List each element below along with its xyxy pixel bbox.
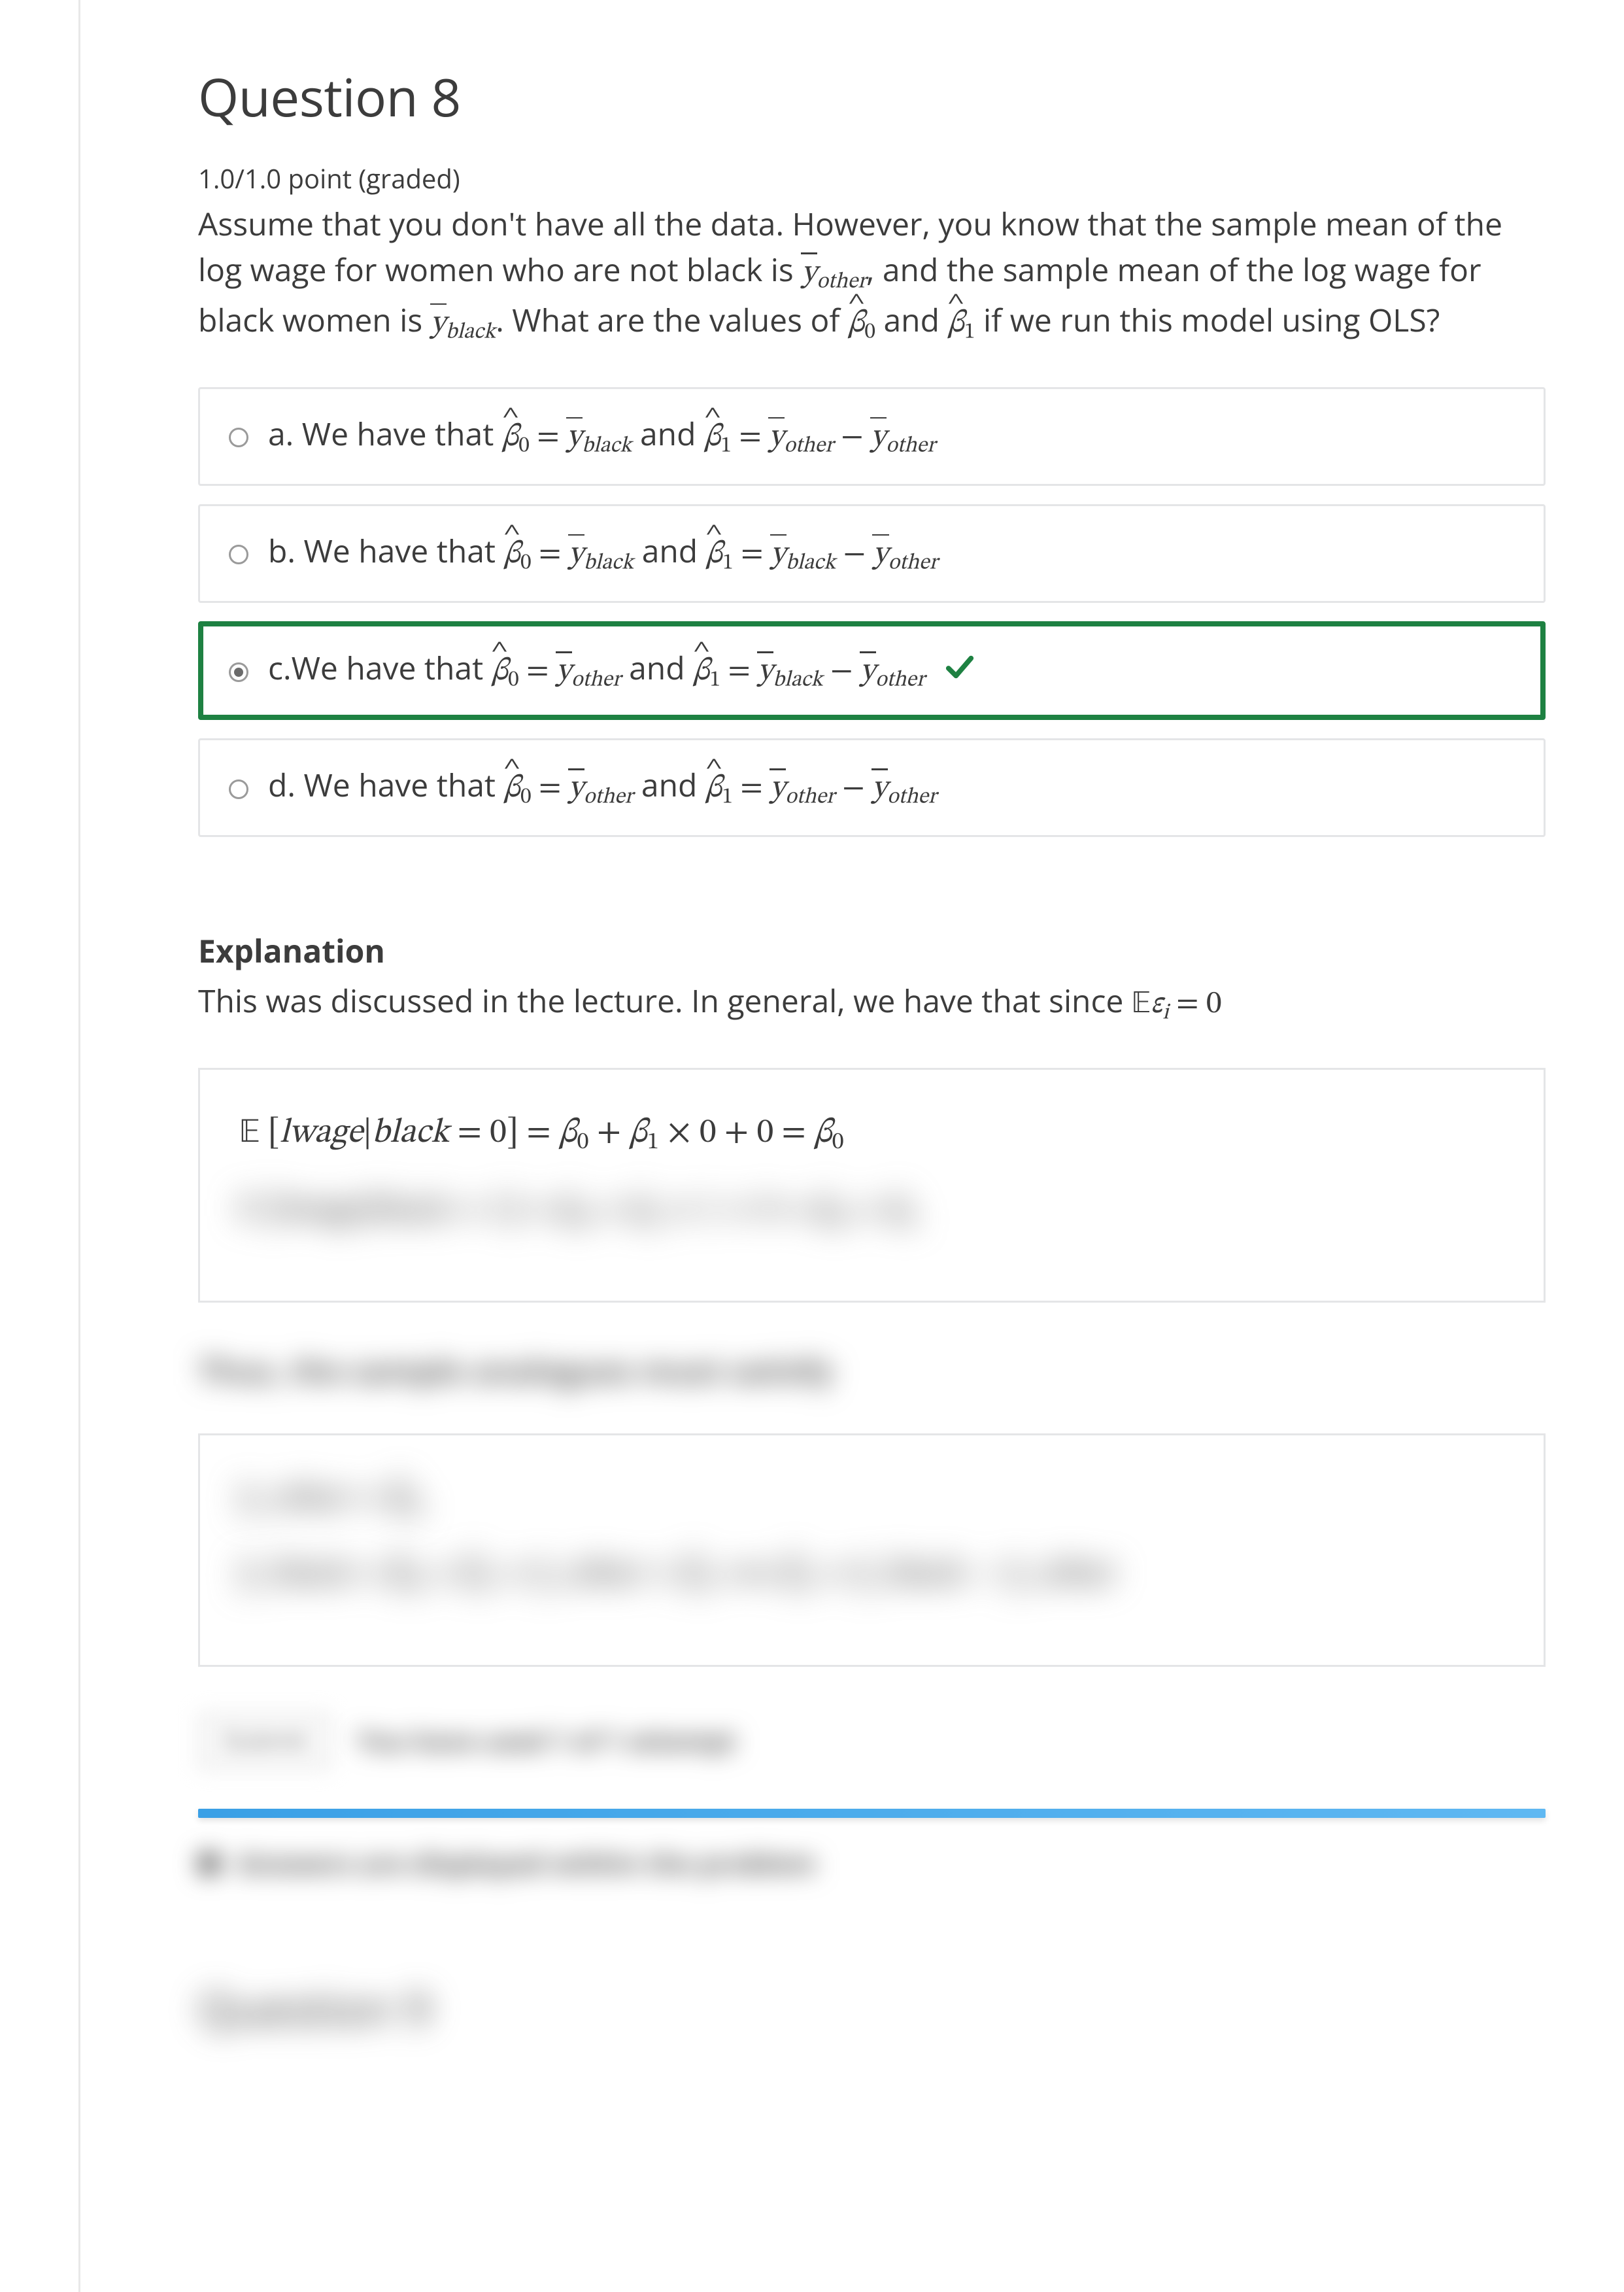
- prompt-segment: . What are the values of: [496, 299, 848, 341]
- equation-2-blurred: 𝔼 [lwage|black = 1] = β₀ + β₁ × 1 + 0 = …: [239, 1186, 1504, 1235]
- choice-and: and: [632, 413, 704, 455]
- choice-a-label: a. We have that β0 = yblack and β1 = yot…: [268, 411, 936, 462]
- choice-c[interactable]: c.We have that β0 = yother and β1 = ybla…: [198, 621, 1546, 720]
- equation-3-blurred: ȳ_other = β̂₀: [239, 1475, 1504, 1524]
- math-ybar-black: yblack: [431, 308, 496, 339]
- choice-d-label: d. We have that β0 = yother and β1 = yot…: [268, 762, 937, 813]
- radio-d[interactable]: [229, 779, 248, 799]
- info-row: Answers are displayed within the problem: [198, 1844, 1546, 1884]
- math-ybar-other: yother: [802, 258, 866, 289]
- choice-lead: We have that: [296, 530, 504, 572]
- choice-lead: We have that: [296, 764, 504, 806]
- prompt-segment: if we run this model using OLS?: [975, 299, 1440, 341]
- choice-d[interactable]: d. We have that β0 = yother and β1 = yot…: [198, 738, 1546, 837]
- question-prompt: Assume that you don't have all the data.…: [198, 201, 1546, 348]
- choice-and: and: [621, 647, 693, 689]
- question-title: Question 8: [198, 59, 1546, 135]
- explain-intro-text: This was discussed in the lecture. In ge…: [198, 980, 1132, 1022]
- radio-c[interactable]: [229, 662, 248, 682]
- prompt-segment: and: [875, 299, 947, 341]
- explanation-intro: This was discussed in the lecture. In ge…: [198, 978, 1546, 1029]
- grade-text: 1.0/1.0 point (graded): [198, 160, 1546, 197]
- choice-b-label: b. We have that β0 = yblack and β1 = ybl…: [268, 528, 938, 579]
- radio-a[interactable]: [229, 428, 248, 447]
- eq1-mid: × 0 + 0 =: [659, 1116, 814, 1150]
- explanation-sentence-blurred: Thus, the sample analogues must satisfy: [198, 1348, 1546, 1394]
- choice-letter: d.: [268, 764, 296, 806]
- choice-letter: b.: [268, 530, 296, 572]
- choice-c-label: c.We have that β0 = yother and β1 = ybla…: [268, 645, 975, 696]
- submit-button[interactable]: Submit: [198, 1713, 331, 1770]
- info-icon: [198, 1853, 220, 1875]
- equation-1: 𝔼 [lwage|black = 0] = β0 + β1 × 0 + 0 = …: [239, 1109, 1504, 1160]
- choice-a[interactable]: a. We have that β0 = yblack and β1 = yot…: [198, 387, 1546, 486]
- submit-row: Submit You have used 1 of 1 attempt: [198, 1713, 1546, 1770]
- choice-lead: We have that: [292, 647, 492, 689]
- choice-b[interactable]: b. We have that β0 = yblack and β1 = ybl…: [198, 504, 1546, 603]
- math-E-eps: 𝔼εi = 0: [1132, 989, 1222, 1020]
- choice-list: a. We have that β0 = yblack and β1 = yot…: [198, 387, 1546, 837]
- info-text: Answers are displayed within the problem: [237, 1844, 816, 1884]
- next-question-title: Question 9: [198, 1976, 1546, 2042]
- check-icon: [945, 648, 975, 694]
- progress-bar: [198, 1809, 1546, 1818]
- choice-lead: We have that: [294, 413, 502, 455]
- explanation-math-box-2: ȳ_other = β̂₀ ȳ_black = β̂₀ + β̂₁ = ȳ_ot…: [198, 1433, 1546, 1667]
- math-beta0-hat: β0: [848, 308, 875, 339]
- question-page: Question 8 1.0/1.0 point (graded) Assume…: [78, 0, 1624, 2292]
- equation-4-blurred: ȳ_black = β̂₀ + β̂₁ = ȳ_other + β̂₁ ⟹ β̂…: [239, 1550, 1504, 1599]
- math-beta1-hat: β1: [947, 308, 975, 339]
- attempts-text: You have used 1 of 1 attempt: [357, 1722, 737, 1760]
- choice-and: and: [634, 530, 705, 572]
- choice-and: and: [633, 764, 705, 806]
- explanation-heading: Explanation: [198, 929, 1546, 974]
- choice-letter: a.: [268, 413, 294, 455]
- choice-letter: c.: [268, 647, 292, 689]
- radio-b[interactable]: [229, 545, 248, 564]
- explanation-math-box-1: 𝔼 [lwage|black = 0] = β0 + β1 × 0 + 0 = …: [198, 1068, 1546, 1303]
